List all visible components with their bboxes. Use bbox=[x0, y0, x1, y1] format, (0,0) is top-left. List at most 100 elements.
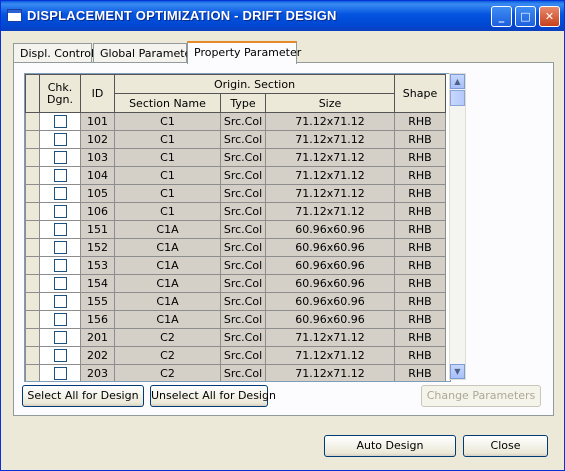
minimize-button[interactable]: _ bbox=[491, 6, 512, 27]
auto-design-button[interactable]: Auto Design bbox=[324, 435, 456, 457]
tab-global-parameter[interactable]: Global Parameter bbox=[93, 43, 196, 63]
cell-shape: RHB bbox=[394, 184, 446, 203]
row-selector[interactable] bbox=[25, 202, 40, 221]
table-row[interactable]: 156 C1A Src.Col 60.96x60.96 RHB bbox=[25, 310, 446, 329]
cell-section-name: C1A bbox=[114, 220, 221, 239]
table-row[interactable]: 202 C2 Src.Col 71.12x71.12 RHB bbox=[25, 346, 446, 365]
design-checkbox[interactable] bbox=[53, 169, 67, 183]
table-row[interactable]: 154 C1A Src.Col 60.96x60.96 RHB bbox=[25, 274, 446, 293]
close-button[interactable]: Close bbox=[463, 435, 548, 457]
tab-displ-control[interactable]: Displ. Control bbox=[13, 43, 94, 63]
table-row[interactable]: 153 C1A Src.Col 60.96x60.96 RHB bbox=[25, 256, 446, 275]
table-row[interactable]: 155 C1A Src.Col 60.96x60.96 RHB bbox=[25, 292, 446, 311]
cell-size: 60.96x60.96 bbox=[265, 238, 395, 257]
maximize-button[interactable]: □ bbox=[515, 6, 536, 27]
vertical-scrollbar[interactable]: ▲ ▼ bbox=[449, 73, 466, 380]
header-chk-dgn[interactable]: Chk. Dgn. bbox=[39, 74, 81, 113]
cell-section-name: C1 bbox=[114, 130, 221, 149]
row-selector[interactable] bbox=[25, 220, 40, 239]
table-row[interactable]: 151 C1A Src.Col 60.96x60.96 RHB bbox=[25, 220, 446, 239]
row-selector[interactable] bbox=[25, 238, 40, 257]
cell-type: Src.Col bbox=[220, 238, 266, 257]
table-row[interactable]: 201 C2 Src.Col 71.12x71.12 RHB bbox=[25, 328, 446, 347]
close-window-button[interactable]: ✕ bbox=[539, 6, 560, 27]
unselect-all-button[interactable]: Unselect All for Design bbox=[150, 385, 276, 407]
scroll-thumb[interactable] bbox=[450, 90, 465, 106]
cell-type: Src.Col bbox=[220, 364, 266, 381]
title-bar[interactable]: DISPLACEMENT OPTIMIZATION - DRIFT DESIGN… bbox=[1, 1, 564, 31]
design-checkbox[interactable] bbox=[53, 331, 67, 345]
design-checkbox-cell[interactable] bbox=[39, 238, 81, 257]
design-checkbox[interactable] bbox=[53, 187, 67, 201]
cell-shape: RHB bbox=[394, 166, 446, 185]
design-checkbox-cell[interactable] bbox=[39, 310, 81, 329]
cell-type: Src.Col bbox=[220, 346, 266, 365]
header-type[interactable]: Type bbox=[220, 93, 266, 113]
scroll-down-icon[interactable]: ▼ bbox=[450, 364, 465, 379]
row-selector[interactable] bbox=[25, 364, 40, 381]
cell-shape: RHB bbox=[394, 238, 446, 257]
design-checkbox-cell[interactable] bbox=[39, 112, 81, 131]
design-checkbox[interactable] bbox=[53, 205, 67, 219]
design-checkbox[interactable] bbox=[53, 277, 67, 291]
tab-property-parameter[interactable]: Property Parameter bbox=[187, 41, 301, 64]
design-checkbox[interactable] bbox=[53, 349, 67, 363]
design-checkbox-cell[interactable] bbox=[39, 130, 81, 149]
cell-size: 71.12x71.12 bbox=[265, 346, 395, 365]
row-selector[interactable] bbox=[25, 148, 40, 167]
header-id[interactable]: ID bbox=[80, 74, 115, 113]
table-row[interactable]: 101 C1 Src.Col 71.12x71.12 RHB bbox=[25, 112, 446, 131]
design-checkbox-cell[interactable] bbox=[39, 292, 81, 311]
row-selector[interactable] bbox=[25, 256, 40, 275]
header-size[interactable]: Size bbox=[265, 93, 395, 113]
row-selector[interactable] bbox=[25, 292, 40, 311]
row-selector[interactable] bbox=[25, 274, 40, 293]
design-checkbox[interactable] bbox=[53, 115, 67, 129]
cell-id: 105 bbox=[80, 184, 115, 203]
table-row[interactable]: 103 C1 Src.Col 71.12x71.12 RHB bbox=[25, 148, 446, 167]
design-checkbox[interactable] bbox=[53, 295, 67, 309]
design-checkbox-cell[interactable] bbox=[39, 148, 81, 167]
row-selector[interactable] bbox=[25, 184, 40, 203]
design-checkbox-cell[interactable] bbox=[39, 202, 81, 221]
design-checkbox[interactable] bbox=[53, 313, 67, 327]
change-parameters-button[interactable]: Change Parameters bbox=[421, 385, 541, 407]
design-checkbox-cell[interactable] bbox=[39, 166, 81, 185]
design-checkbox[interactable] bbox=[53, 151, 67, 165]
cell-section-name: C1 bbox=[114, 166, 221, 185]
table-row[interactable]: 105 C1 Src.Col 71.12x71.12 RHB bbox=[25, 184, 446, 203]
row-selector[interactable] bbox=[25, 328, 40, 347]
row-selector[interactable] bbox=[25, 112, 40, 131]
cell-type: Src.Col bbox=[220, 310, 266, 329]
window-icon bbox=[7, 9, 22, 22]
scroll-up-icon[interactable]: ▲ bbox=[450, 74, 465, 89]
table-row[interactable]: 203 C2 Src.Col 71.12x71.12 RHB bbox=[25, 364, 446, 381]
row-selector[interactable] bbox=[25, 166, 40, 185]
design-checkbox-cell[interactable] bbox=[39, 184, 81, 203]
design-checkbox[interactable] bbox=[53, 259, 67, 273]
design-checkbox-cell[interactable] bbox=[39, 274, 81, 293]
design-checkbox[interactable] bbox=[53, 223, 67, 237]
design-checkbox-cell[interactable] bbox=[39, 328, 81, 347]
design-checkbox-cell[interactable] bbox=[39, 346, 81, 365]
design-checkbox[interactable] bbox=[53, 367, 67, 381]
design-checkbox[interactable] bbox=[53, 241, 67, 255]
design-checkbox[interactable] bbox=[53, 133, 67, 147]
design-checkbox-cell[interactable] bbox=[39, 220, 81, 239]
header-section-name[interactable]: Section Name bbox=[114, 93, 221, 113]
row-selector[interactable] bbox=[25, 346, 40, 365]
table-row[interactable]: 152 C1A Src.Col 60.96x60.96 RHB bbox=[25, 238, 446, 257]
row-selector[interactable] bbox=[25, 310, 40, 329]
table-row[interactable]: 102 C1 Src.Col 71.12x71.12 RHB bbox=[25, 130, 446, 149]
cell-id: 156 bbox=[80, 310, 115, 329]
design-checkbox-cell[interactable] bbox=[39, 364, 81, 381]
cell-size: 71.12x71.12 bbox=[265, 166, 395, 185]
cell-section-name: C2 bbox=[114, 364, 221, 381]
select-all-button[interactable]: Select All for Design bbox=[22, 385, 144, 407]
table-row[interactable]: 106 C1 Src.Col 71.12x71.12 RHB bbox=[25, 202, 446, 221]
row-selector[interactable] bbox=[25, 130, 40, 149]
design-checkbox-cell[interactable] bbox=[39, 256, 81, 275]
cell-size: 60.96x60.96 bbox=[265, 256, 395, 275]
table-row[interactable]: 104 C1 Src.Col 71.12x71.12 RHB bbox=[25, 166, 446, 185]
header-shape[interactable]: Shape bbox=[394, 74, 446, 113]
